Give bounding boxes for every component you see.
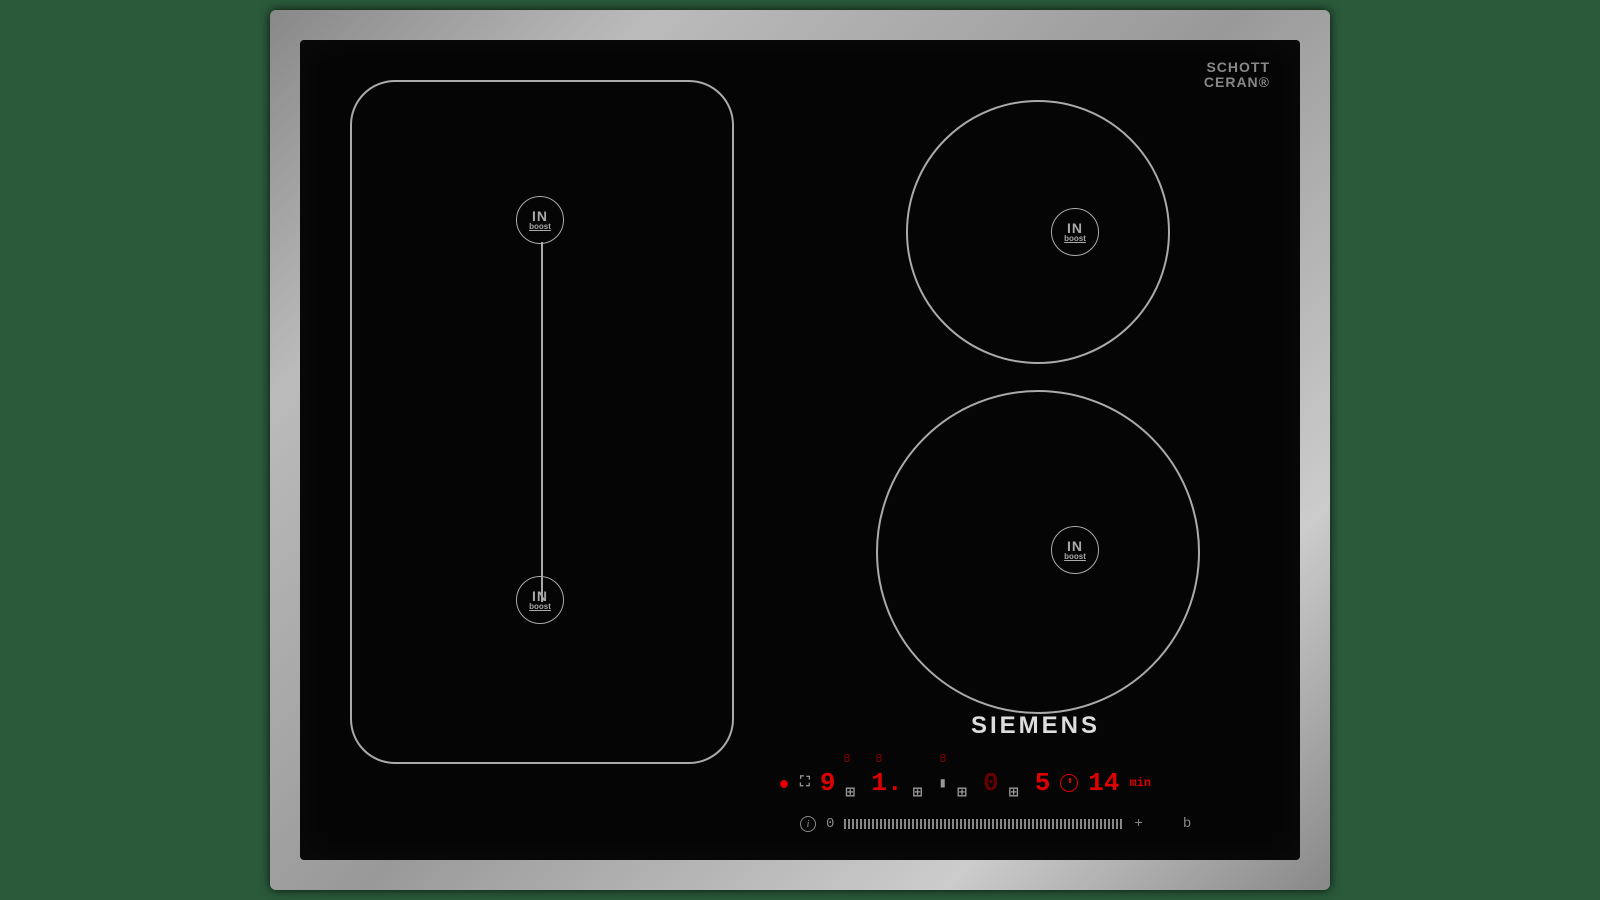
boost-badge-boost: boost — [529, 603, 551, 611]
heat-indicator: 8 — [840, 752, 854, 766]
control-panel[interactable]: 8 8 8 ⛶ 9 1. ▮ 0 5 14 — [780, 752, 1240, 832]
boost-button-label[interactable]: b — [1183, 816, 1191, 832]
boost-badge-in: IN — [1067, 221, 1083, 235]
burner-right-rear-outline — [906, 100, 1170, 364]
heat-indicator: 8 — [936, 752, 950, 766]
zone-select-icon[interactable] — [845, 775, 861, 791]
flex-zone-divider — [541, 242, 543, 602]
power-value-right-front[interactable]: 5 — [1035, 768, 1051, 798]
glass-brand-line2: CERAN® — [1204, 75, 1270, 90]
boost-badge-in: IN — [1067, 539, 1083, 553]
power-value-left-rear[interactable]: 9 — [820, 768, 836, 798]
glass-brand-line1: SCHOTT — [1204, 60, 1270, 75]
heat-indicator-row: 8 8 8 — [840, 752, 1240, 766]
touch-slider[interactable] — [844, 819, 1124, 829]
boost-badge-boost: boost — [529, 223, 551, 231]
steel-bezel: SCHOTT CERAN® IN boost IN boost IN boost — [270, 10, 1330, 890]
boost-badge-in: IN — [532, 589, 548, 603]
flex-zone-outline — [350, 80, 734, 764]
timer-unit: min — [1130, 776, 1152, 790]
brand-logo: SIEMENS — [971, 712, 1100, 740]
glass-brand-label: SCHOTT CERAN® — [1204, 60, 1270, 91]
boost-badge-in: IN — [532, 209, 548, 223]
zone-select-icon[interactable] — [913, 775, 929, 791]
zone-select-icon[interactable] — [957, 775, 973, 791]
link-zones-icon[interactable]: ▮ — [939, 775, 947, 792]
slider-row[interactable]: i 0 + b — [800, 816, 1240, 832]
power-value-right-rear[interactable]: 0 — [983, 768, 999, 798]
boost-badge-boost: boost — [1064, 553, 1086, 561]
slider-zero-label[interactable]: 0 — [826, 816, 834, 832]
boost-badge-right-front: IN boost — [1051, 526, 1099, 574]
power-value-left-front[interactable]: 1. — [871, 768, 902, 798]
power-indicator-dot — [780, 780, 788, 788]
heat-indicator: 8 — [872, 752, 886, 766]
wipe-protect-icon[interactable]: ⛶ — [800, 775, 810, 791]
glass-cooktop: SCHOTT CERAN® IN boost IN boost IN boost — [300, 40, 1300, 860]
product-photo: SCHOTT CERAN® IN boost IN boost IN boost — [0, 0, 1600, 900]
boost-badge-flex-front: IN boost — [516, 576, 564, 624]
boost-badge-boost: boost — [1064, 235, 1086, 243]
timer-icon[interactable] — [1060, 774, 1078, 792]
power-button-icon[interactable]: i — [800, 816, 816, 832]
boost-badge-right-rear: IN boost — [1051, 208, 1099, 256]
zone-select-icon[interactable] — [1009, 775, 1025, 791]
heat-indicator — [904, 752, 918, 766]
burner-right-front-outline — [876, 390, 1200, 714]
boost-badge-flex-rear: IN boost — [516, 196, 564, 244]
slider-plus-label[interactable]: + — [1134, 816, 1142, 832]
timer-value[interactable]: 14 — [1088, 768, 1119, 798]
power-display-row: ⛶ 9 1. ▮ 0 5 14 min — [800, 768, 1240, 798]
